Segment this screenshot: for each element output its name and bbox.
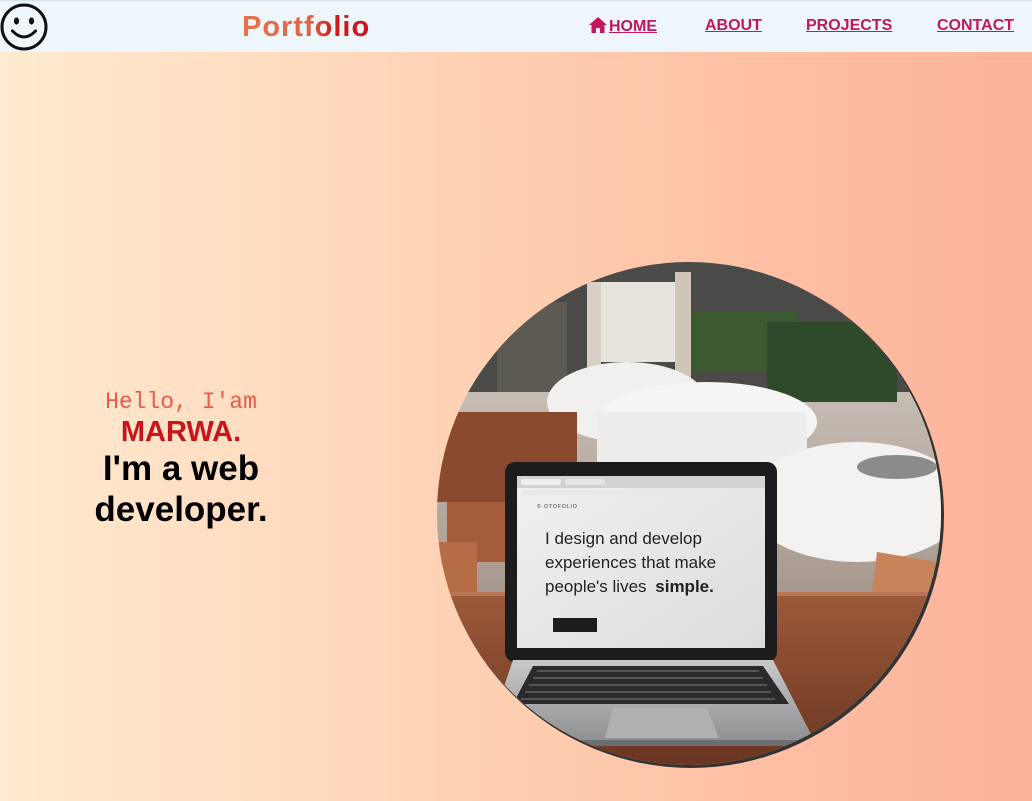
nav-link-home-label: HOME: [609, 18, 657, 35]
hero-greeting: Hello, I'am: [105, 389, 257, 415]
nav-link-about[interactable]: ABOUT: [705, 17, 762, 35]
screen-line-2: experiences that make: [545, 553, 716, 572]
screen-line-3-bold: simple.: [655, 577, 714, 596]
hero-role: I'm a web developer.: [94, 449, 268, 529]
hero-name: MARWA.: [120, 416, 242, 448]
laptop-photo-image: © OTOFOLIO I design and develop experien…: [437, 262, 941, 765]
hero-photo: © OTOFOLIO I design and develop experien…: [437, 262, 941, 765]
brand-title[interactable]: Portfolio: [242, 9, 370, 45]
screen-line-1: I design and develop: [545, 529, 702, 548]
hero-intro: Hello, I'am MARWA. I'm a web developer.: [60, 388, 302, 530]
svg-text:people's lives simple.: people's lives simple.: [545, 577, 714, 596]
smiley-face-icon: [0, 3, 48, 51]
nav-link-contact[interactable]: CONTACT: [937, 17, 1014, 35]
nav-link-projects[interactable]: PROJECTS: [806, 17, 892, 35]
svg-text:© OTOFOLIO: © OTOFOLIO: [537, 503, 578, 510]
home-icon: [589, 17, 607, 33]
screen-line-3: people's lives: [545, 577, 647, 596]
nav-link-home[interactable]: HOME: [589, 17, 657, 36]
navbar: Portfolio HOME ABOUT PROJECTS CONTACT: [0, 0, 1032, 52]
